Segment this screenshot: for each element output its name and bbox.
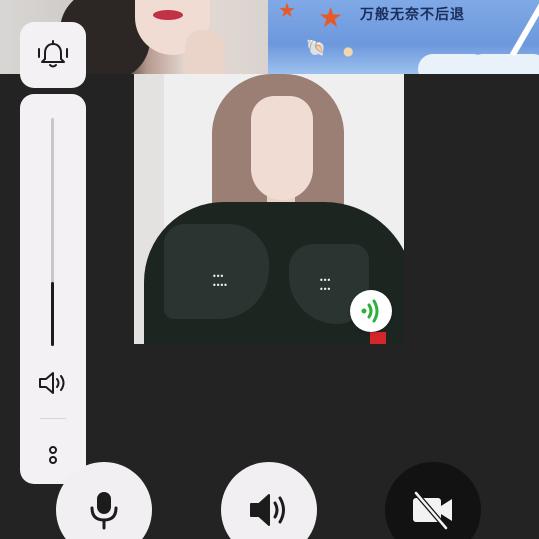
camera-off-icon <box>413 491 452 530</box>
camera-toggle-button[interactable] <box>385 462 481 539</box>
red-detail <box>370 332 386 344</box>
banner-text: 万般无奈不后退 <box>360 7 465 23</box>
speaking-icon <box>361 299 379 323</box>
pearl-brooch: ••• •••• <box>212 272 228 290</box>
more-vertical-icon[interactable] <box>47 443 59 467</box>
volume-slider-fill[interactable] <box>51 282 54 346</box>
panel-divider <box>40 418 66 419</box>
shell-decoration: ● <box>343 44 354 58</box>
participant-thumbnail-right[interactable]: ★ ★ 🐚 ● 万般无奈不后退 <box>268 0 539 74</box>
speaker-icon <box>250 494 285 526</box>
speaker-button[interactable] <box>221 462 317 539</box>
ring-mode-button[interactable] <box>20 22 86 88</box>
thumbnail-hand <box>185 30 225 74</box>
banner-stripe <box>509 0 539 57</box>
volume-panel <box>20 94 86 484</box>
shell-decoration: 🐚 <box>306 38 326 57</box>
bell-vibrate-icon <box>38 40 68 68</box>
pearl-brooch: ••• ••• <box>319 276 331 294</box>
speaking-indicator <box>350 290 392 332</box>
starfish-decoration: ★ <box>278 0 296 22</box>
cloud-decoration <box>468 54 539 74</box>
microphone-icon <box>90 492 118 530</box>
thumbnail-lips <box>153 10 183 20</box>
starfish-decoration: ★ <box>318 1 344 34</box>
speaker-icon[interactable] <box>37 370 69 396</box>
participant-face <box>251 96 313 200</box>
